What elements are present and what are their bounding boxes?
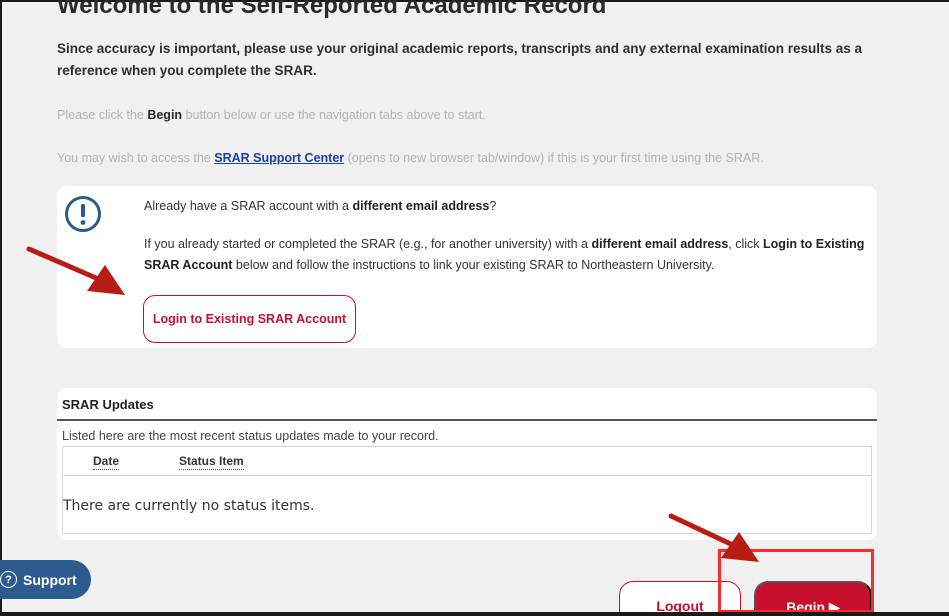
begin-instruction-bold: Begin xyxy=(147,108,183,122)
begin-instruction: Please click the Begin button below or u… xyxy=(57,108,486,122)
notice-question-suffix: ? xyxy=(489,199,497,213)
srar-support-center-link[interactable]: SRAR Support Center xyxy=(214,151,344,165)
updates-header: SRAR Updates xyxy=(62,397,154,412)
support-button[interactable]: ? Support xyxy=(0,560,91,599)
column-header-date[interactable]: Date xyxy=(93,454,120,470)
updates-description: Listed here are the most recent status u… xyxy=(62,429,439,443)
begin-instruction-prefix: Please click the xyxy=(57,108,148,122)
notice-question: Already have a SRAR account with a diffe… xyxy=(144,199,496,213)
logout-button[interactable]: Logout xyxy=(619,581,741,616)
empty-status-message: There are currently no status items. xyxy=(63,498,315,514)
notice-question-prefix: Already have a SRAR account with a xyxy=(144,199,353,213)
status-table: Date Status Item There are currently no … xyxy=(62,446,872,534)
support-label: Support xyxy=(23,571,77,588)
login-existing-account-button[interactable]: Login to Existing SRAR Account xyxy=(143,295,356,343)
notice-para-suffix: below and follow the instructions to lin… xyxy=(232,258,715,272)
status-table-header: Date Status Item xyxy=(63,447,871,476)
notice-instructions: If you already started or completed the … xyxy=(144,234,869,276)
begin-button[interactable]: Begin ▶ xyxy=(754,581,872,616)
page-title: Welcome to the Self-Reported Academic Re… xyxy=(57,0,607,19)
notice-para-mid: , click xyxy=(728,237,764,251)
exclamation-circle-icon xyxy=(65,196,101,232)
notice-para-bold-email: different email address xyxy=(591,237,729,251)
left-edge xyxy=(0,0,2,616)
notice-para-prefix: If you already started or completed the … xyxy=(144,237,592,251)
begin-instruction-suffix: button below or use the navigation tabs … xyxy=(182,108,486,122)
support-center-instruction: You may wish to access the SRAR Support … xyxy=(57,151,764,165)
question-circle-icon: ? xyxy=(0,571,17,588)
srar-updates-panel: SRAR Updates Listed here are the most re… xyxy=(57,388,877,540)
different-email-notice: Already have a SRAR account with a diffe… xyxy=(57,186,877,348)
support-instruction-suffix: (opens to new browser tab/window) if thi… xyxy=(344,151,764,165)
updates-divider xyxy=(57,419,877,421)
bottom-border xyxy=(0,612,949,616)
notice-question-bold: different email address xyxy=(352,199,490,213)
column-header-status-item[interactable]: Status Item xyxy=(179,454,244,470)
support-instruction-prefix: You may wish to access the xyxy=(57,151,215,165)
intro-text: Since accuracy is important, please use … xyxy=(57,41,863,78)
